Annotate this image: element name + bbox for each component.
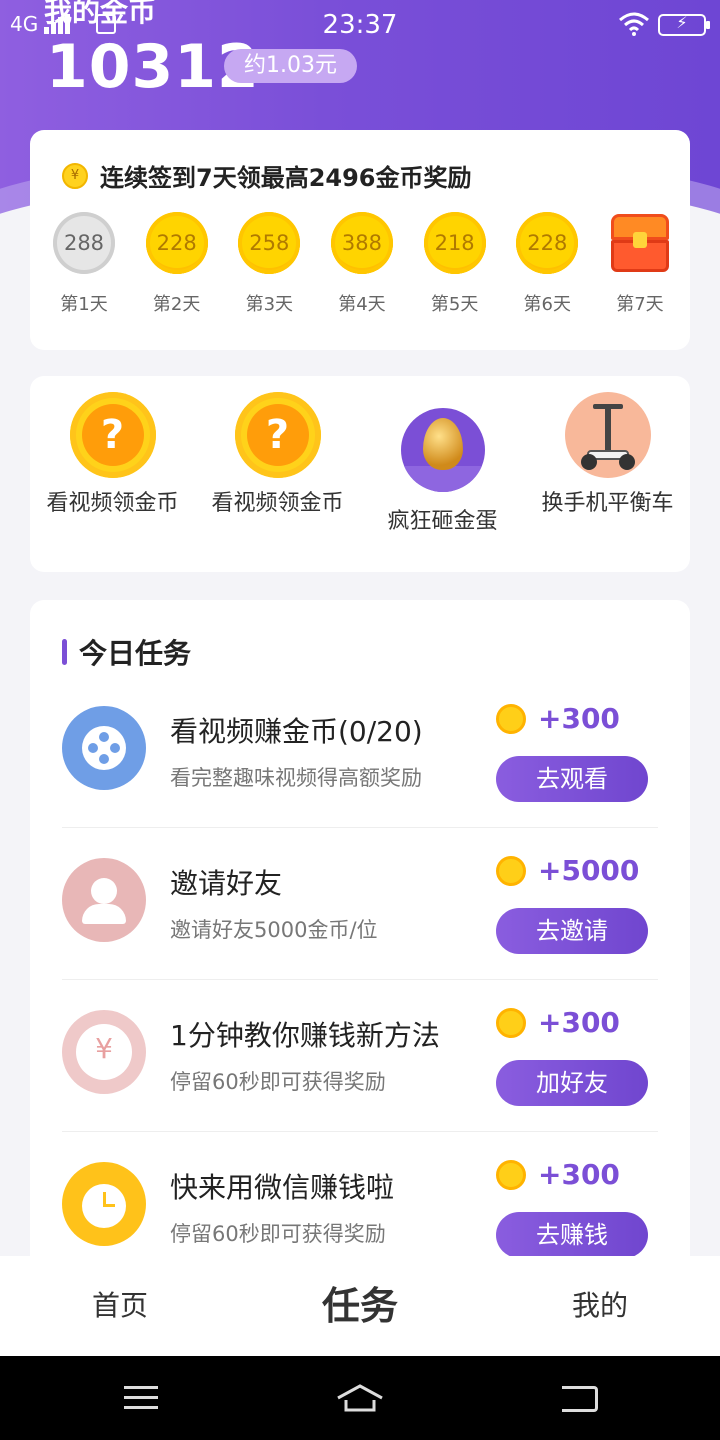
watch-button[interactable]: 去观看 [496,756,648,802]
day-coin: 288 [53,212,115,274]
invite-user-icon [62,858,146,942]
task-desc: 停留60秒即可获得奖励 [170,1222,386,1246]
invite-button[interactable]: 去邀请 [496,908,648,954]
signin-day-6[interactable]: 228 第6天 [505,212,589,316]
day-label: 第4天 [338,294,386,315]
task-reward: +300 [496,1006,620,1039]
signin-day-5[interactable]: 218 第5天 [413,212,497,316]
day-label: 第7天 [616,294,664,315]
yen-coin-icon: ¥ [62,162,88,189]
quick-action-egg[interactable]: 疯狂砸金蛋 [360,376,525,572]
wifi-icon [619,12,649,36]
coin-icon [496,1007,526,1038]
task-desc: 看完整趣味视频得高额奖励 [170,766,422,790]
coin-yuan-badge: 约1.03元 [224,49,357,83]
back-icon[interactable] [562,1386,598,1412]
title-accent-bar [62,639,67,665]
battery-icon: ⚡ [658,13,710,36]
quick-action-video-2[interactable]: ? 看视频领金币 [195,376,360,572]
task-reward-amount: +300 [538,1158,620,1191]
quick-action-label: 疯狂砸金蛋 [387,509,498,534]
page-title: 我的金币 [44,0,157,28]
task-row: 看视频赚金币(0/20) 看完整趣味视频得高额奖励 +300 去观看 [62,676,658,828]
day-label: 第5天 [430,294,479,315]
task-reward: +5000 [496,854,639,887]
question-coin-icon: ? [234,392,321,478]
quick-actions-card: ? 看视频领金币 ? 看视频领金币 疯狂砸金蛋 换手机平衡车 [30,376,690,572]
golden-egg-icon [400,408,485,492]
add-friend-button[interactable]: 加好友 [496,1060,648,1106]
day-label: 第1天 [60,294,108,315]
task-desc: 邀请好友5000金币/位 [170,918,378,942]
task-reward: +300 [496,702,620,735]
task-desc: 停留60秒即可获得奖励 [170,1070,386,1094]
task-reward-amount: +300 [538,702,620,735]
tasks-header: 今日任务 [62,632,191,672]
task-row: 邀请好友 邀请好友5000金币/位 +5000 去邀请 [62,828,658,980]
quick-action-label: 看视频领金币 [46,491,179,516]
tasks-title: 今日任务 [79,637,192,670]
coin-icon [496,703,526,734]
quick-action-label: 换手机平衡车 [541,491,674,516]
signin-day-7[interactable]: 第7天 [598,212,682,316]
coin-icon [496,855,526,886]
tab-mine[interactable]: 我的 [480,1256,720,1356]
signin-day-2[interactable]: 228 第2天 [135,212,219,316]
task-reward-amount: +5000 [538,854,640,887]
video-reel-icon [62,706,146,790]
menu-icon[interactable] [124,1386,158,1410]
tab-tasks[interactable]: 任务 [240,1256,480,1356]
day-coin: 218 [423,212,486,274]
task-name: 1分钟教你赚钱新方法 [170,1019,440,1052]
question-coin-icon: ? [69,392,156,478]
signin-day-1[interactable]: 288 第1天 [42,212,126,316]
yen-coin-icon: ¥ [62,1010,146,1094]
task-reward: +300 [496,1158,620,1191]
home-icon[interactable] [336,1384,384,1414]
signin-days: 288 第1天 228 第2天 258 第3天 388 第4天 218 第5天 … [42,212,682,316]
day-coin: 258 [238,212,301,274]
tab-home[interactable]: 首页 [0,1256,240,1356]
task-name: 快来用微信赚钱啦 [170,1171,395,1204]
task-name: 邀请好友 [170,867,283,900]
earn-button[interactable]: 去赚钱 [496,1212,648,1258]
signin-title: 连续签到7天领最高2496金币奖励 [100,164,472,192]
treasure-chest-icon [609,212,671,274]
day-coin: 388 [330,212,393,274]
balance-scooter-icon [564,392,651,478]
signin-day-3[interactable]: 258 第3天 [227,212,311,316]
quick-action-scooter[interactable]: 换手机平衡车 [525,376,690,572]
signin-card: ¥ 连续签到7天领最高2496金币奖励 288 第1天 228 第2天 258 … [30,130,690,350]
day-label: 第6天 [523,294,571,315]
quick-action-label: 看视频领金币 [211,491,344,516]
signin-header: ¥ 连续签到7天领最高2496金币奖励 [62,158,472,193]
coin-icon [496,1159,526,1190]
day-coin: 228 [516,212,579,274]
day-coin: 228 [145,212,208,274]
task-reward-amount: +300 [538,1006,620,1039]
day-label: 第2天 [152,294,201,315]
alarm-clock-icon [62,1162,146,1246]
tasks-card: 今日任务 看视频赚金币(0/20) 看完整趣味视频得高额奖励 +300 去观看 … [30,600,690,1300]
day-label: 第3天 [245,294,294,315]
task-row: ¥ 1分钟教你赚钱新方法 停留60秒即可获得奖励 +300 加好友 [62,980,658,1132]
quick-action-video-1[interactable]: ? 看视频领金币 [30,376,195,572]
task-name: 看视频赚金币(0/20) [170,715,423,748]
system-nav-bar [0,1356,720,1440]
tab-bar: 首页 任务 我的 [0,1256,720,1356]
signin-day-4[interactable]: 388 第4天 [320,212,404,316]
